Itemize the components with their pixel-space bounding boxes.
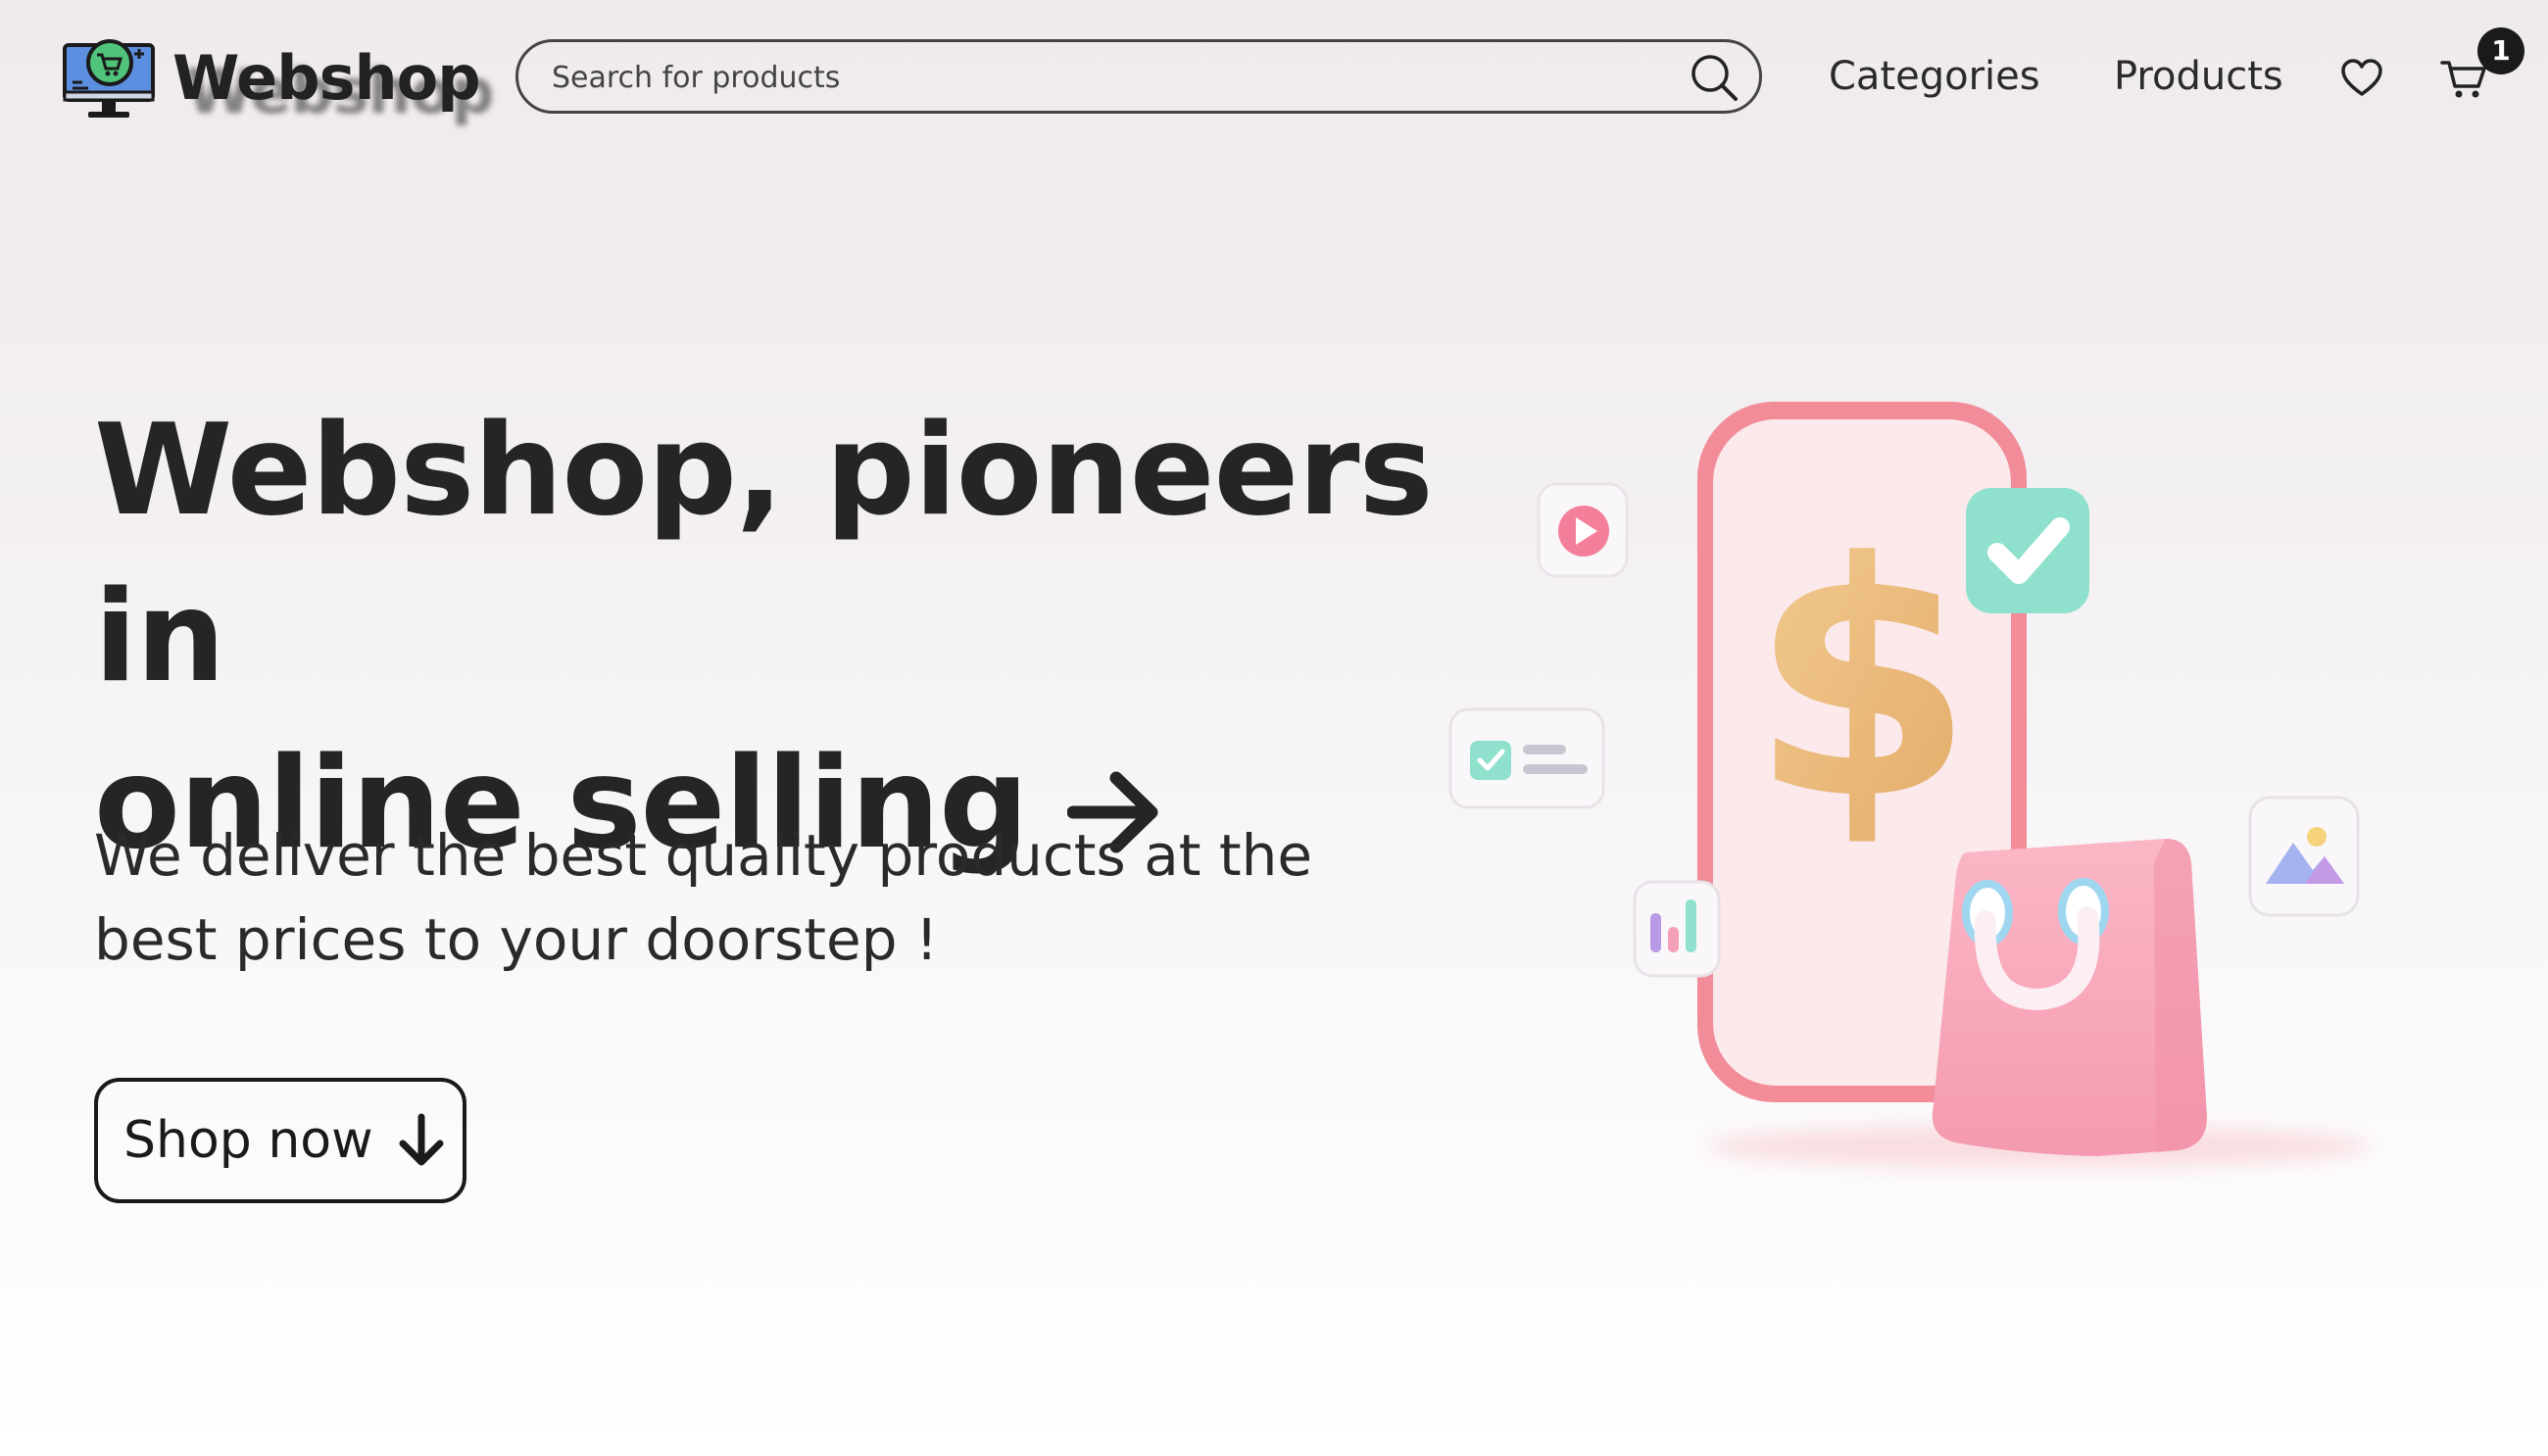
hero-title-line1: Webshop, pioneers in <box>94 398 1434 710</box>
hero-subtitle: We deliver the best quality products at … <box>94 813 1446 982</box>
check-icon <box>1966 488 2089 613</box>
play-icon <box>1537 482 1629 578</box>
brand-logo-text[interactable]: Webshop <box>172 39 481 118</box>
hero-illustration: $ <box>1448 402 2372 1168</box>
dollar-symbol: $ <box>1749 494 1975 870</box>
top-navbar: Webshop Categories Products 1 <box>0 0 2548 157</box>
monitor-cart-logo-icon[interactable] <box>61 35 159 123</box>
shopping-bag-icon <box>1932 839 2207 1156</box>
arrow-down-icon <box>399 1113 444 1166</box>
nav-products-link[interactable]: Products <box>2114 47 2283 106</box>
search-bar <box>515 39 1762 114</box>
image-icon <box>2248 796 2360 917</box>
hero-subtitle-line1: We deliver the best quality products at … <box>94 822 1313 889</box>
bar-chart-icon <box>1633 880 1721 978</box>
nav-categories-link[interactable]: Categories <box>1829 47 2040 106</box>
shop-now-label: Shop now <box>123 1111 373 1170</box>
search-input[interactable] <box>550 52 1612 103</box>
cart-count-badge: 1 <box>2477 27 2524 74</box>
search-icon[interactable] <box>1689 52 1740 103</box>
list-card-icon <box>1448 707 1605 809</box>
dollar-icon: $ <box>1749 494 1975 870</box>
hero-subtitle-line2: best prices to your doorstep ! <box>94 906 939 973</box>
shop-now-button[interactable]: Shop now <box>94 1078 466 1203</box>
heart-icon[interactable] <box>2340 57 2383 100</box>
